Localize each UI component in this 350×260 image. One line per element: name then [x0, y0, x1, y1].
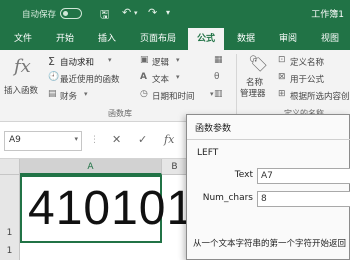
chevron-down-icon: ▾ — [74, 135, 78, 143]
create-from-selection-label: 根据所选内容创 — [290, 92, 350, 102]
financial-button[interactable]: ▤ 财务 ▾ — [48, 89, 108, 103]
select-all-corner[interactable] — [0, 159, 20, 175]
ribbon-tabs: 文件 开始 插入 页面布局 公式 数据 审阅 视图 — [0, 28, 350, 50]
sigma-icon: Σ — [48, 55, 55, 68]
name-manager-button[interactable]: 🏷 名称 管理器 — [240, 54, 274, 106]
ribbon-panel: fx 插入函数 Σ 自动求和 ▾ 🕘 最近使用的函数 ▤ 财务 ▾ ▣ 逻辑 ▾… — [0, 50, 350, 122]
logical-label: 逻辑 — [152, 58, 170, 68]
use-in-formula-icon: ⊠ — [278, 72, 286, 82]
chevron-down-icon: ▾ — [210, 90, 214, 98]
datetime-label: 日期和时间 — [152, 92, 195, 102]
num-chars-argument-input[interactable]: 8 — [257, 191, 350, 207]
chevron-down-icon: ▾ — [108, 56, 112, 64]
dialog-title: 函数参数 — [195, 124, 232, 134]
dialog-divider — [187, 139, 350, 140]
tab-view[interactable]: 视图 — [312, 28, 348, 50]
insert-function-label: 插入函数 — [4, 86, 39, 96]
insert-function-button[interactable]: fx 插入函数 — [2, 54, 44, 102]
enter-icon[interactable]: ✓ — [138, 133, 147, 146]
text-button[interactable]: A 文本 ▾ — [140, 72, 200, 86]
create-from-selection-icon: ⊞ — [278, 89, 286, 99]
column-header-a[interactable]: A — [20, 159, 162, 175]
tab-data[interactable]: 数据 — [228, 28, 264, 50]
workbook-title: 工作簿1 — [311, 10, 344, 20]
financial-icon: ▤ — [48, 89, 57, 99]
chevron-down-icon: ▾ — [84, 90, 88, 98]
tab-page-layout[interactable]: 页面布局 — [132, 28, 184, 50]
cancel-icon[interactable]: ✕ — [112, 133, 121, 146]
name-box-value: A9 — [9, 135, 21, 145]
function-name: LEFT — [197, 148, 219, 158]
tag-icon: ⊡ — [278, 55, 286, 65]
chevron-down-icon: ▾ — [176, 56, 180, 64]
define-name-button[interactable]: ⊡ 定义名称 — [278, 55, 350, 69]
tab-home[interactable]: 开始 — [46, 28, 84, 50]
text-label: 文本 — [152, 75, 170, 85]
arg-label-num-chars: Num_chars — [202, 193, 253, 203]
recent-functions-label: 最近使用的函数 — [60, 75, 120, 85]
tab-file[interactable]: 文件 — [4, 28, 42, 50]
tab-review[interactable]: 审阅 — [270, 28, 306, 50]
row-header[interactable]: 1 — [0, 243, 20, 260]
tab-formulas[interactable]: 公式 — [188, 28, 224, 50]
title-bar: 自动保存 🖫 ↶ ▾ ↷ ▾ 工作簿1 — [0, 0, 350, 28]
more-functions-icon[interactable]: ▥ — [214, 89, 223, 99]
text-icon: A — [140, 72, 147, 82]
define-name-label: 定义名称 — [290, 58, 325, 68]
name-manager-label-2: 管理器 — [240, 89, 266, 99]
use-in-formula-button[interactable]: ⊠ 用于公式 — [278, 72, 350, 86]
lookup-icon[interactable]: ▦ — [214, 55, 223, 65]
recent-icon: 🕘 — [48, 72, 60, 82]
name-manager-icon: 🏷 — [248, 54, 269, 73]
text-argument-value: A7 — [261, 171, 273, 181]
logical-icon: ▣ — [140, 55, 149, 65]
autosum-label: 自动求和 — [60, 58, 95, 68]
text-argument-input[interactable]: A7 — [257, 168, 350, 184]
function-description: 从一个文本字符串的第一个字符开始返回 — [193, 239, 347, 249]
autosave-label: 自动保存 — [22, 10, 57, 20]
recent-functions-button[interactable]: 🕘 最近使用的函数 — [48, 72, 130, 86]
financial-label: 财务 — [60, 92, 78, 102]
clock-icon: ◷ — [140, 89, 148, 99]
chevron-down-icon: ▾ — [176, 73, 180, 81]
more-icon: ⋮ — [90, 135, 99, 145]
create-from-selection-button[interactable]: ⊞ 根据所选内容创 — [278, 89, 350, 103]
fx-icon: fx — [14, 56, 31, 77]
autosum-button[interactable]: Σ 自动求和 ▾ — [48, 55, 128, 69]
save-icon[interactable]: 🖫 — [100, 6, 109, 25]
function-library-group-label: 函数库 — [108, 109, 132, 118]
fx-icon[interactable]: fx — [164, 133, 174, 146]
cell-value: 410101 — [28, 182, 195, 235]
customize-quick-access-icon[interactable]: ▾ — [166, 8, 170, 17]
group-separator — [236, 54, 237, 114]
num-chars-argument-value: 8 — [261, 194, 267, 204]
name-box[interactable]: A9 ▾ — [4, 131, 82, 151]
math-icon[interactable]: θ — [214, 72, 220, 82]
arg-label-text: Text — [234, 170, 253, 180]
column-header-b[interactable]: B — [162, 159, 188, 175]
use-in-formula-label: 用于公式 — [290, 75, 325, 85]
undo-icon[interactable]: ↶ — [122, 6, 131, 19]
autosave-toggle[interactable] — [60, 8, 82, 19]
row-header[interactable]: 1 — [0, 175, 20, 243]
tab-insert[interactable]: 插入 — [88, 28, 126, 50]
function-arguments-dialog: 函数参数 LEFT Text A7 Num_chars 8 从一个文本字符串的第… — [186, 114, 350, 260]
undo-dropdown-icon[interactable]: ▾ — [134, 9, 138, 17]
redo-icon[interactable]: ↷ — [148, 6, 157, 19]
toggle-knob — [63, 11, 68, 16]
logical-button[interactable]: ▣ 逻辑 ▾ — [140, 55, 200, 69]
